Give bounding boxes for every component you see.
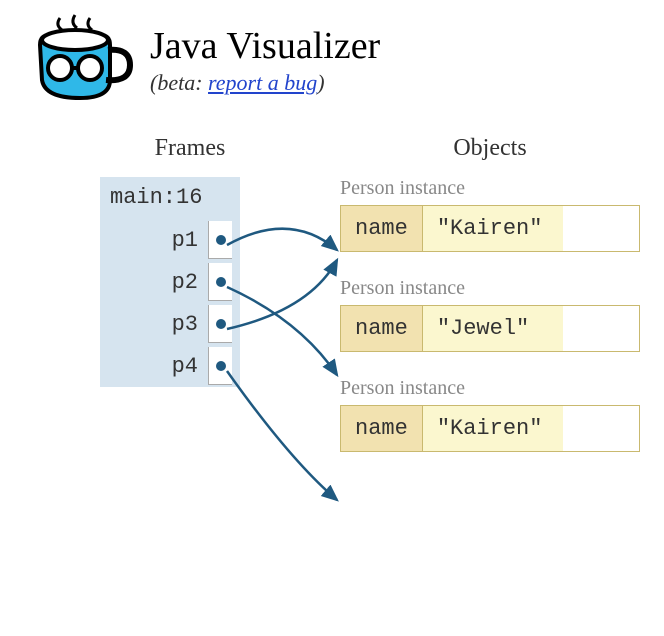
variable-name: p4	[108, 354, 208, 379]
objects-column: Objects Person instance name "Kairen" Pe…	[340, 135, 640, 477]
page-title: Java Visualizer	[150, 24, 380, 68]
variable-row: p3	[100, 303, 240, 345]
instance-key: name	[341, 306, 423, 351]
frame-box: main:16 p1 p2 p3 p4	[100, 177, 240, 387]
frame-title: main:16	[100, 177, 240, 219]
frames-header: Frames	[100, 135, 280, 162]
pointer-dot	[208, 263, 232, 301]
pointer-dot	[208, 347, 232, 385]
instance-value: "Kairen"	[423, 406, 563, 451]
instance-key: name	[341, 206, 423, 251]
instance-label: Person instance	[340, 277, 640, 300]
instance-value: "Jewel"	[423, 306, 563, 351]
object-instance: Person instance name "Jewel"	[340, 277, 640, 352]
subtitle-suffix: )	[317, 70, 324, 95]
variable-name: p2	[108, 270, 208, 295]
instance-table: name "Kairen"	[340, 205, 640, 252]
instance-value: "Kairen"	[423, 206, 563, 251]
object-instance: Person instance name "Kairen"	[340, 177, 640, 252]
report-bug-link[interactable]: report a bug	[208, 70, 317, 95]
subtitle-prefix: (beta:	[150, 70, 208, 95]
objects-header: Objects	[340, 135, 640, 162]
instance-key: name	[341, 406, 423, 451]
columns: Frames main:16 p1 p2 p3 p4 Objects Pers	[0, 135, 664, 477]
subtitle: (beta: report a bug)	[150, 70, 380, 96]
variable-name: p3	[108, 312, 208, 337]
pointer-dot	[208, 305, 232, 343]
frames-column: Frames main:16 p1 p2 p3 p4	[100, 135, 280, 477]
variable-name: p1	[108, 228, 208, 253]
variable-row: p1	[100, 219, 240, 261]
header-text: Java Visualizer (beta: report a bug)	[150, 24, 380, 96]
object-instance: Person instance name "Kairen"	[340, 377, 640, 452]
instance-label: Person instance	[340, 377, 640, 400]
variable-row: p4	[100, 345, 240, 387]
instance-label: Person instance	[340, 177, 640, 200]
variable-row: p2	[100, 261, 240, 303]
instance-table: name "Jewel"	[340, 305, 640, 352]
logo-icon	[20, 10, 140, 110]
instance-table: name "Kairen"	[340, 405, 640, 452]
header: Java Visualizer (beta: report a bug)	[0, 0, 664, 120]
pointer-dot	[208, 221, 232, 259]
